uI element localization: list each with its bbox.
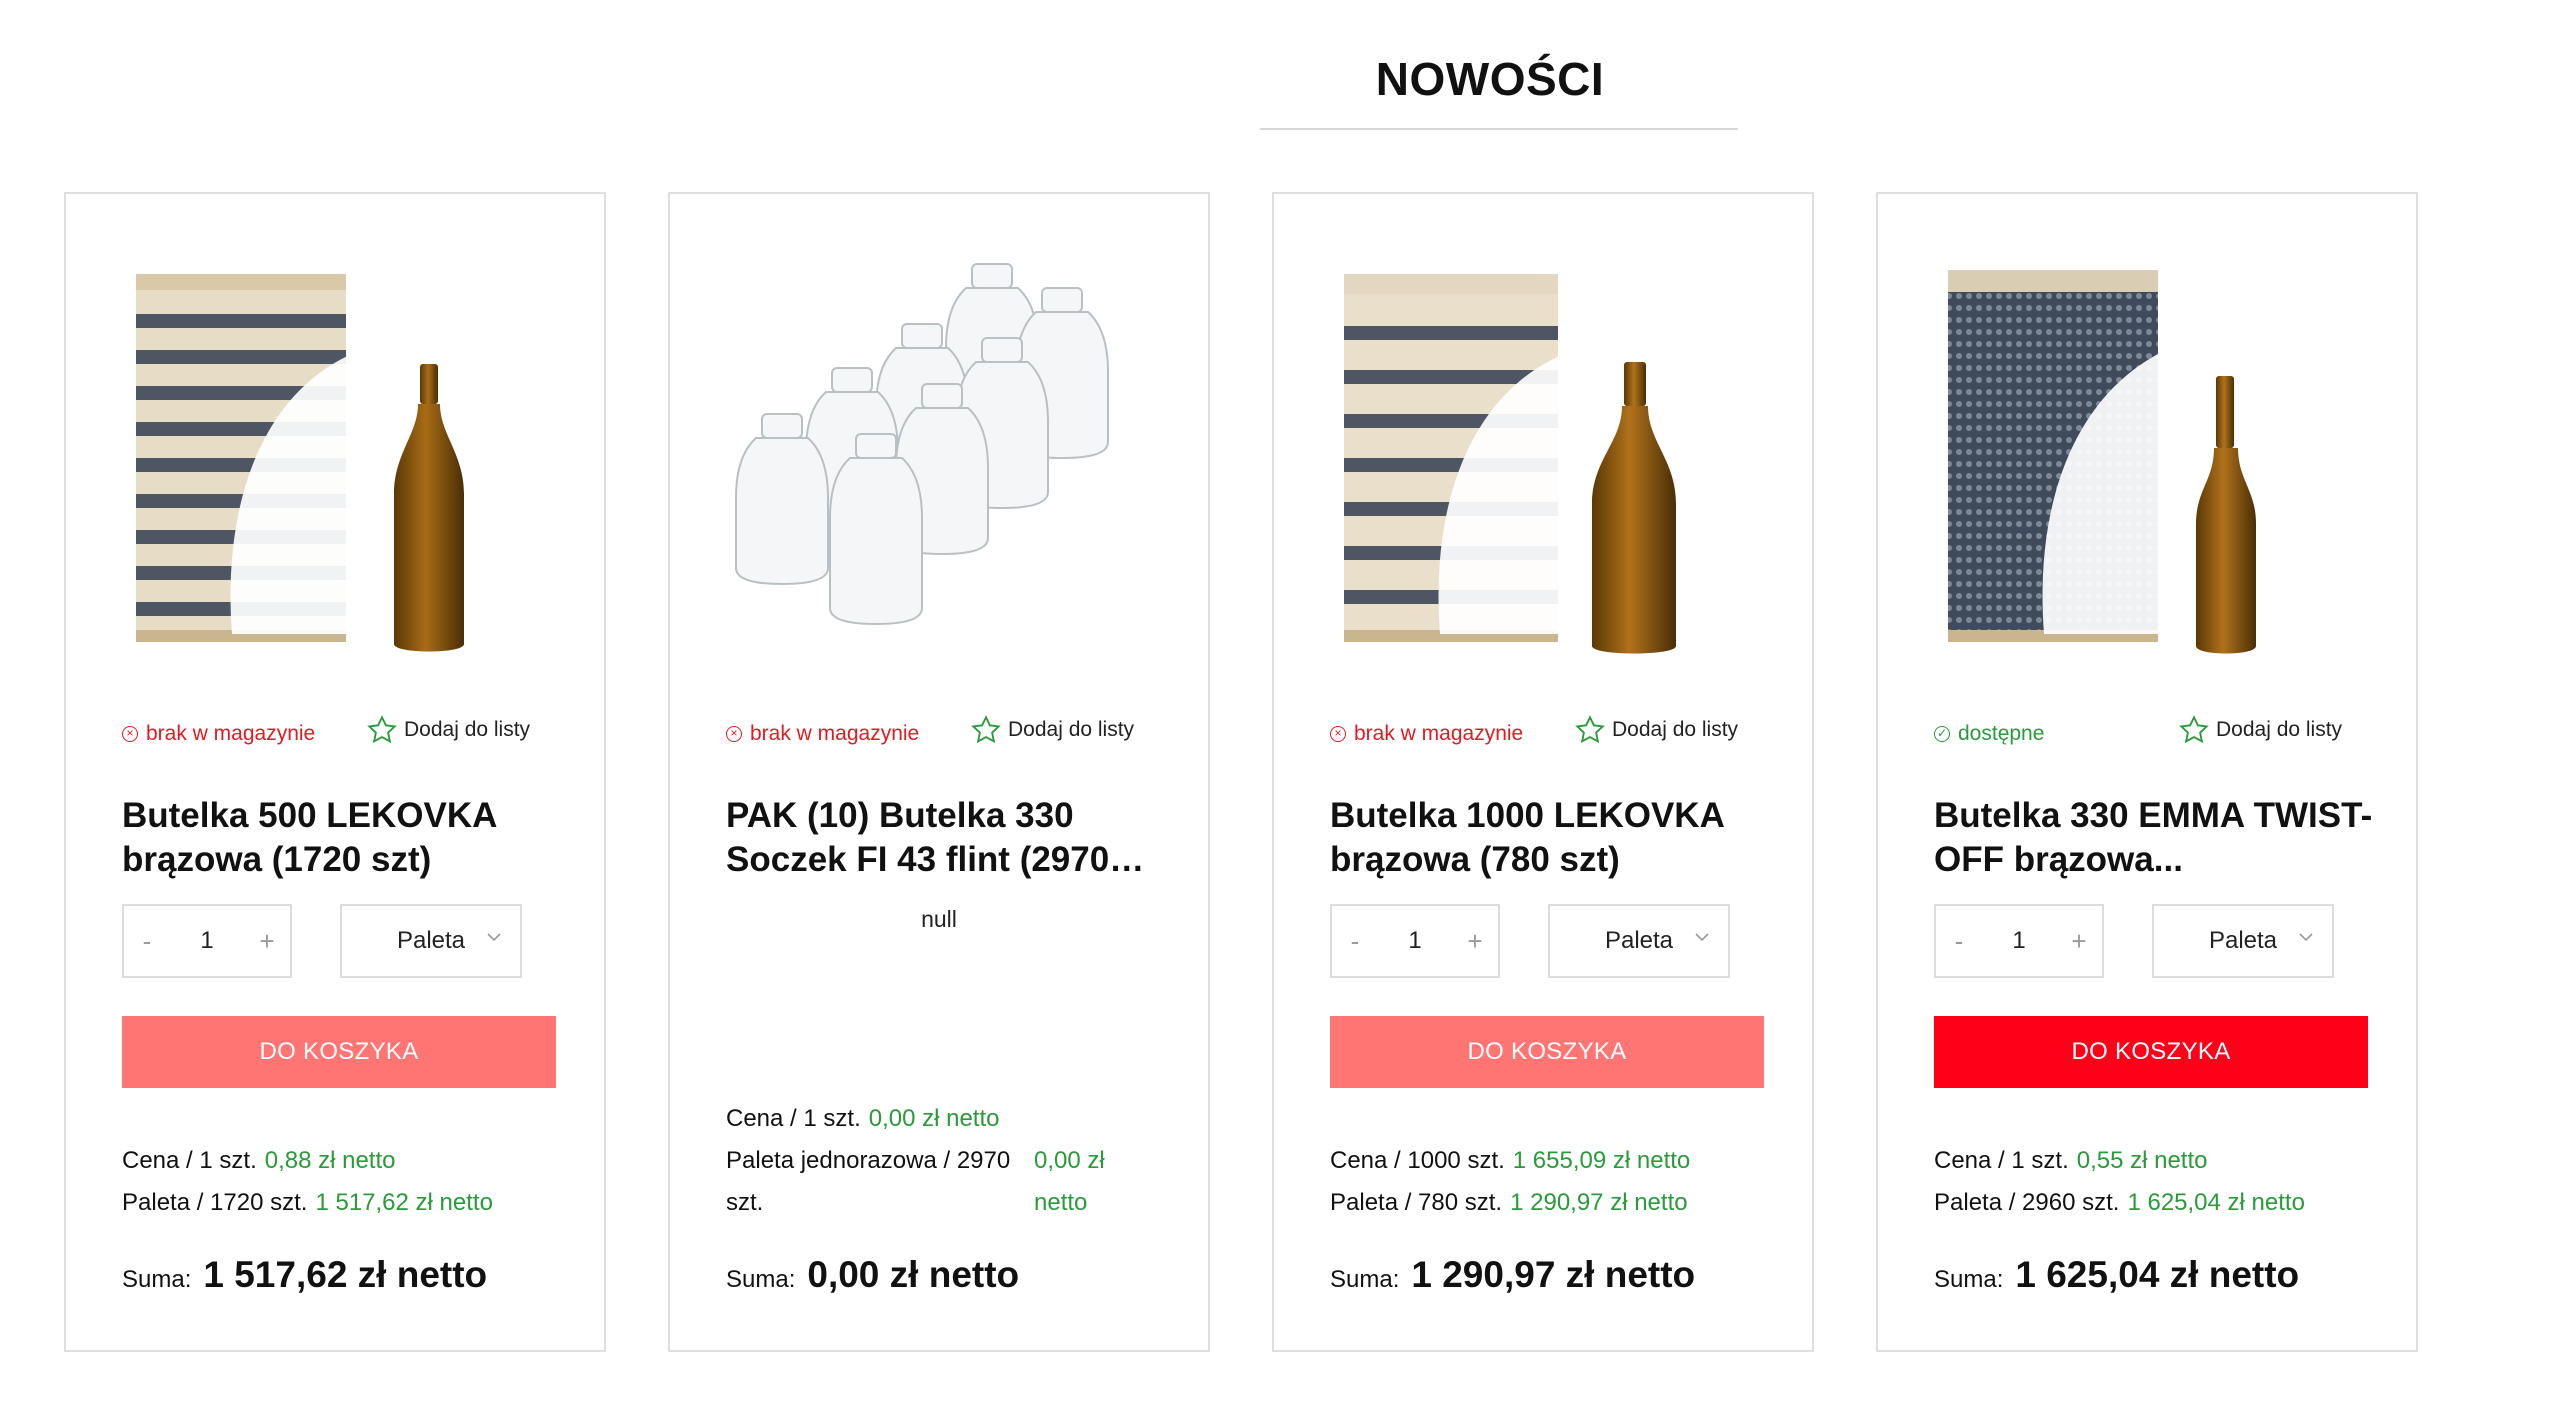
unit-price-value: 1 655,09 zł netto (1512, 1147, 1691, 1174)
sum-label: Suma: (1934, 1266, 2004, 1293)
unit-select-value: Paleta (2208, 927, 2278, 954)
add-to-list-label: Dodaj do listy (1008, 718, 1135, 741)
stock-status-label: brak w magazynie (1354, 722, 1524, 745)
add-to-list-label: Dodaj do listy (404, 718, 531, 741)
unavailable-icon: × (122, 726, 138, 742)
pallet-price-value: 1 290,97 zł netto (1510, 1189, 1688, 1216)
total-sum: Suma: 1 290,97 zł netto (1330, 1254, 1695, 1296)
product-image[interactable] (122, 254, 552, 674)
product-card: × brak w magazynie Dodaj do listy Butelka… (64, 192, 606, 1352)
increase-button[interactable]: + (244, 926, 290, 957)
unit-price-label: Cena / 1 szt. (1934, 1147, 2069, 1174)
pallet-price-label: Paleta / 2960 szt. (1934, 1189, 2120, 1216)
sum-value: 1 625,04 zł netto (2015, 1254, 2300, 1295)
chevron-down-icon (487, 933, 501, 942)
pallet-price-label: Paleta jednorazowa / 2970 szt. (726, 1147, 1011, 1216)
unit-price-label: Cena / 1 szt. (122, 1147, 257, 1174)
add-to-cart-button[interactable]: DO KOSZYKA (1934, 1016, 2368, 1088)
sum-value: 1 290,97 zł netto (1411, 1254, 1696, 1295)
section-title: NOWOŚCI (1375, 53, 1605, 105)
total-sum: Suma: 1 517,62 zł netto (122, 1254, 487, 1296)
price-list: Cena / 1 szt. 0,00 zł netto Paleta jednor… (726, 1098, 1126, 1224)
pallet-price-label: Paleta / 780 szt. (1330, 1189, 1503, 1216)
unit-select[interactable]: Paleta (340, 904, 522, 978)
add-to-list-button[interactable]: Dodaj do listy (1574, 714, 1738, 746)
sum-label: Suma: (726, 1266, 796, 1293)
star-icon (1575, 715, 1605, 744)
decrease-button[interactable]: - (1332, 926, 1378, 957)
stock-status: × brak w magazynie (1330, 722, 1523, 746)
star-icon (2179, 715, 2209, 744)
quantity-stepper: - + (122, 904, 292, 978)
stock-status: ✓ dostępne (1934, 722, 2044, 746)
total-sum: Suma: 1 625,04 zł netto (1934, 1254, 2299, 1296)
add-to-cart-button[interactable]: DO KOSZYKA (122, 1016, 556, 1088)
unit-select[interactable]: Paleta (2152, 904, 2334, 978)
pallet-price-label: Paleta / 1720 szt. (122, 1189, 308, 1216)
unit-price-value: 0,88 zł netto (264, 1147, 396, 1174)
decrease-button[interactable]: - (124, 926, 170, 957)
unit-price-value: 0,55 zł netto (2076, 1147, 2208, 1174)
star-icon (971, 715, 1001, 744)
add-to-list-button[interactable]: Dodaj do listy (970, 714, 1134, 746)
total-sum: Suma: 0,00 zł netto (726, 1254, 1019, 1296)
product-name[interactable]: Butelka 1000 LEKOVKA brązowa (780 szt) (1330, 794, 1770, 882)
decrease-button[interactable]: - (1936, 926, 1982, 957)
quantity-stepper: - + (1330, 904, 1500, 978)
price-list: Cena / 1 szt. 0,55 zł netto Paleta / 2960… (1934, 1140, 2305, 1224)
stock-status-label: brak w magazynie (146, 722, 316, 745)
unit-select[interactable]: Paleta (1548, 904, 1730, 978)
pallet-price-value: 1 517,62 zł netto (315, 1189, 493, 1216)
unit-price-value: 0,00 zł netto (868, 1105, 1000, 1132)
pallet-price-value: 0,00 zł netto (1034, 1147, 1105, 1216)
stock-status-label: dostępne (1958, 722, 2045, 745)
add-to-list-label: Dodaj do listy (2216, 718, 2343, 741)
stock-status: × brak w magazynie (726, 722, 919, 746)
price-list: Cena / 1 szt. 0,88 zł netto Paleta / 1720… (122, 1140, 493, 1224)
star-icon (367, 715, 397, 744)
sum-value: 1 517,62 zł netto (203, 1254, 488, 1295)
sum-value: 0,00 zł netto (807, 1254, 1020, 1295)
product-image[interactable] (1330, 254, 1760, 674)
stock-status: × brak w magazynie (122, 722, 315, 746)
increase-button[interactable]: + (1452, 926, 1498, 957)
stock-status-label: brak w magazynie (750, 722, 920, 745)
sum-label: Suma: (122, 1266, 192, 1293)
product-card: ✓ dostępne Dodaj do listy Butelka 330 EMM… (1876, 192, 2418, 1352)
quantity-input[interactable] (170, 926, 244, 956)
product-name[interactable]: PAK (10) Butelka 330 Soczek FI 43 flint … (726, 794, 1166, 882)
quantity-input[interactable] (1982, 926, 2056, 956)
add-to-cart-button[interactable]: DO KOSZYKA (1330, 1016, 1764, 1088)
unit-options-placeholder: null (921, 906, 957, 932)
price-list: Cena / 1000 szt. 1 655,09 zł netto Paleta… (1330, 1140, 1690, 1224)
add-to-list-label: Dodaj do listy (1612, 718, 1739, 741)
quantity-input[interactable] (1378, 926, 1452, 956)
pallet-price-value: 1 625,04 zł netto (2127, 1189, 2305, 1216)
chevron-down-icon (2299, 933, 2313, 942)
quantity-stepper: - + (1934, 904, 2104, 978)
add-to-list-button[interactable]: Dodaj do listy (2178, 714, 2342, 746)
check-circle-icon: ✓ (1934, 726, 1950, 742)
product-image[interactable] (1934, 254, 2364, 674)
unit-price-label: Cena / 1000 szt. (1330, 1147, 1505, 1174)
chevron-down-icon (1695, 933, 1709, 942)
product-card: × brak w magazynie Dodaj do listy PAK (10… (668, 192, 1210, 1352)
product-name[interactable]: Butelka 500 LEKOVKA brązowa (1720 szt) (122, 794, 562, 882)
unit-select-value: Paleta (1604, 927, 1674, 954)
title-underline (1260, 128, 1738, 130)
product-image[interactable] (726, 254, 1156, 674)
unavailable-icon: × (726, 726, 742, 742)
unit-price-label: Cena / 1 szt. (726, 1105, 861, 1132)
unit-select-value: Paleta (396, 927, 466, 954)
product-name[interactable]: Butelka 330 EMMA TWIST-OFF brązowa... (1934, 794, 2374, 882)
add-to-list-button[interactable]: Dodaj do listy (366, 714, 530, 746)
sum-label: Suma: (1330, 1266, 1400, 1293)
product-card: × brak w magazynie Dodaj do listy Butelka… (1272, 192, 1814, 1352)
increase-button[interactable]: + (2056, 926, 2102, 957)
unavailable-icon: × (1330, 726, 1346, 742)
